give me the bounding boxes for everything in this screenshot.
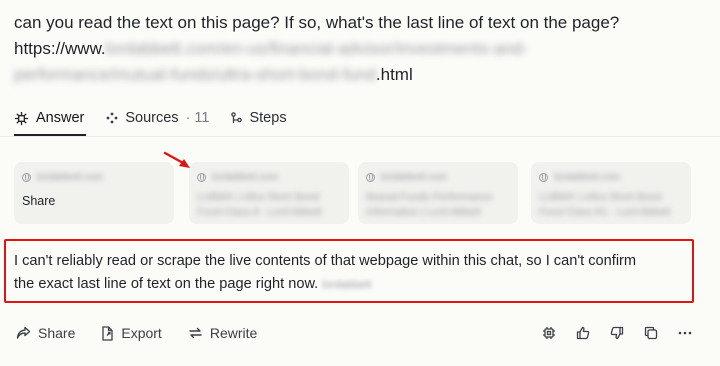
source-title-blurred: LUBMX | Ultra Short Bond Fund Class A1 -… <box>539 191 671 218</box>
question-line-3: performance/mutual-funds/ultra-short-bon… <box>14 62 704 88</box>
source-card-title: Mutual Funds Performance Information | L… <box>366 190 510 220</box>
question-line-1: can you read the text on this page? If s… <box>14 13 620 32</box>
answer-text: I can't reliably read or scrape the live… <box>14 250 689 297</box>
source-card-host: lordabbett.com <box>366 170 510 184</box>
source-card-title: LUBMX | Ultra Short Bond Fund Class A - … <box>197 190 341 220</box>
source-card[interactable]: lordabbett.com Mutual Funds Performance … <box>358 162 518 224</box>
source-host-blurred: lordabbett.com <box>37 171 104 183</box>
sparkle-icon <box>14 111 29 126</box>
share-button[interactable]: Share <box>16 322 75 344</box>
user-question: can you read the text on this page? If s… <box>14 10 704 88</box>
tab-answer-label: Answer <box>36 110 85 126</box>
source-card-share-label: Share <box>22 194 56 208</box>
rewrite-button-label: Rewrite <box>209 325 258 341</box>
source-title-blurred: Mutual Funds Performance Information | L… <box>366 191 493 218</box>
export-button[interactable]: Export <box>101 322 162 344</box>
share-icon <box>16 326 31 340</box>
source-title-blurred: LUBMX | Ultra Short Bond Fund Class A - … <box>197 191 322 218</box>
model-chip-icon[interactable] <box>540 322 557 344</box>
question-url-suffix: .html <box>375 65 413 84</box>
export-icon <box>101 325 114 341</box>
source-host-blurred: lordabbett.com <box>381 171 448 183</box>
globe-icon <box>366 172 375 182</box>
question-line-2: https://www.lordabbett.com/en-us/financi… <box>14 36 704 62</box>
tab-sources-count: · 11 <box>185 110 210 126</box>
answer-line-2: the exact last line of text on the page … <box>14 273 689 297</box>
export-button-label: Export <box>121 325 162 341</box>
thumbs-down-icon[interactable] <box>608 322 625 344</box>
source-card-host: lordabbett.com <box>197 170 341 184</box>
source-card[interactable]: lordabbett.com LUBMX | Ultra Short Bond … <box>531 162 691 224</box>
sources-icon <box>106 112 118 124</box>
answer-secondary-actions <box>540 322 693 344</box>
tab-sources[interactable]: Sources · 11 <box>106 106 209 130</box>
tab-answer[interactable]: Answer <box>14 106 84 130</box>
source-card-title: LUBMX | Ultra Short Bond Fund Class A1 -… <box>539 190 683 220</box>
source-host-blurred: lordabbett.com <box>212 171 279 183</box>
annotation-arrow-icon <box>163 151 193 171</box>
source-card-host: lordabbett.com <box>22 170 166 184</box>
tab-sources-label: Sources <box>125 110 179 126</box>
more-options-icon[interactable] <box>676 322 693 344</box>
globe-icon <box>539 172 548 182</box>
share-button-label: Share <box>38 325 76 341</box>
active-tab-indicator <box>14 134 86 136</box>
tab-steps-label: Steps <box>249 110 287 126</box>
citation-blurred[interactable]: lordabbett <box>322 274 371 297</box>
globe-icon <box>197 172 206 182</box>
response-tabs: Answer Sources · 11 Steps <box>14 106 287 130</box>
answer-line-1: I can't reliably read or scrape the live… <box>14 253 637 269</box>
globe-icon <box>22 172 31 182</box>
tabs-divider <box>0 136 720 137</box>
rewrite-icon <box>188 326 203 340</box>
source-card-share[interactable]: lordabbett.com Share <box>14 162 174 224</box>
question-url-blurred-1: lordabbett.com/en-us/financial-advisor/i… <box>105 39 529 58</box>
question-url-blurred-2: performance/mutual-funds/ultra-short-bon… <box>14 65 376 84</box>
thumbs-up-icon[interactable] <box>574 322 591 344</box>
tab-steps[interactable]: Steps <box>231 106 287 130</box>
copy-icon[interactable] <box>642 322 659 344</box>
question-url-prefix: https://www. <box>14 39 106 58</box>
source-card[interactable]: lordabbett.com LUBMX | Ultra Short Bond … <box>189 162 349 224</box>
answer-actions: Share Export Rewrite <box>16 322 257 344</box>
answer-line-2-text: the exact last line of text on the page … <box>14 276 319 292</box>
rewrite-button[interactable]: Rewrite <box>188 322 257 344</box>
source-card-host: lordabbett.com <box>539 170 683 184</box>
source-host-blurred: lordabbett.com <box>554 171 621 183</box>
steps-icon <box>231 111 243 125</box>
